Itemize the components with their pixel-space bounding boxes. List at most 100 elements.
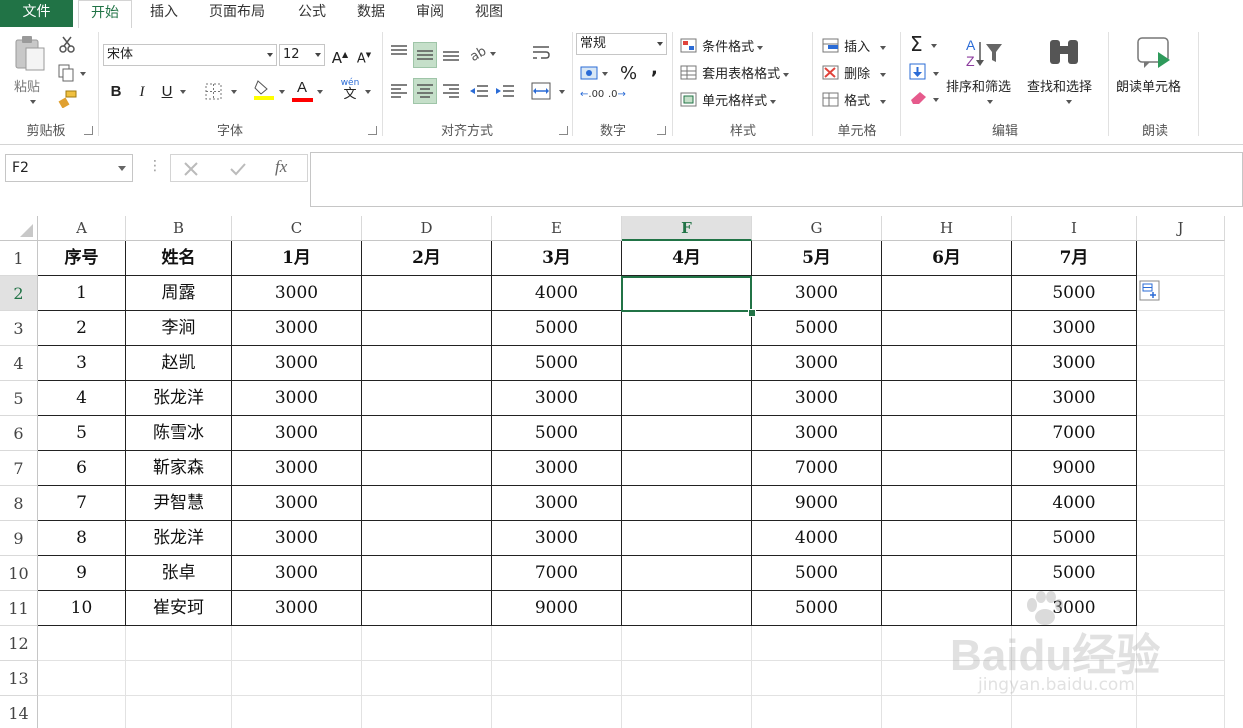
empty-cell[interactable]: [752, 626, 882, 661]
sort-filter-button[interactable]: 排序和筛选: [946, 76, 1011, 95]
empty-cell[interactable]: [882, 696, 1012, 728]
data-cell[interactable]: 3000: [492, 521, 622, 556]
empty-cell[interactable]: [1137, 346, 1225, 381]
cancel-icon[interactable]: [183, 161, 199, 177]
row-header-6[interactable]: 6: [0, 416, 38, 451]
italic-button[interactable]: I: [132, 82, 152, 102]
phonetic-button[interactable]: wén 文: [339, 78, 361, 104]
insert-cells-button[interactable]: 插入: [822, 36, 887, 55]
font-color-button[interactable]: A: [292, 78, 312, 98]
empty-cell[interactable]: [362, 626, 492, 661]
data-cell[interactable]: [882, 416, 1012, 451]
data-cell[interactable]: [622, 591, 752, 626]
data-cell[interactable]: [882, 311, 1012, 346]
autosum-button[interactable]: Σ: [910, 32, 937, 56]
empty-cell[interactable]: [1012, 696, 1137, 728]
data-cell[interactable]: [622, 486, 752, 521]
copy-icon[interactable]: [58, 64, 88, 82]
empty-cell[interactable]: [1137, 591, 1225, 626]
bold-button[interactable]: B: [106, 82, 126, 102]
empty-cell[interactable]: [232, 696, 362, 728]
data-cell[interactable]: 3000: [232, 416, 362, 451]
data-cell[interactable]: 9: [38, 556, 126, 591]
empty-cell[interactable]: [126, 626, 232, 661]
data-cell[interactable]: 4: [38, 381, 126, 416]
conditional-format-button[interactable]: 条件格式: [680, 36, 764, 55]
column-header-J[interactable]: J: [1137, 216, 1225, 241]
find-select-button[interactable]: 查找和选择: [1027, 76, 1092, 95]
fill-color-icon[interactable]: [253, 79, 275, 101]
font-size-select[interactable]: 12: [279, 44, 325, 66]
data-cell[interactable]: 5: [38, 416, 126, 451]
empty-cell[interactable]: [622, 626, 752, 661]
borders-icon[interactable]: [205, 83, 223, 101]
empty-cell[interactable]: [1137, 626, 1225, 661]
data-cell[interactable]: 3000: [232, 451, 362, 486]
column-header-C[interactable]: C: [232, 216, 362, 241]
row-header-9[interactable]: 9: [0, 521, 38, 556]
data-cell[interactable]: 7000: [1012, 416, 1137, 451]
data-cell[interactable]: 7000: [492, 556, 622, 591]
active-cell-selection[interactable]: [621, 276, 752, 312]
data-cell[interactable]: 5000: [752, 591, 882, 626]
row-header-2[interactable]: 2: [0, 276, 38, 311]
data-cell[interactable]: 3: [38, 346, 126, 381]
data-cell[interactable]: 3000: [232, 381, 362, 416]
data-cell[interactable]: [882, 381, 1012, 416]
data-cell[interactable]: 3000: [752, 381, 882, 416]
alignment-launcher-icon[interactable]: [559, 126, 568, 135]
data-cell[interactable]: 10: [38, 591, 126, 626]
insert-function-button[interactable]: fx: [275, 157, 287, 177]
tab-insert[interactable]: 插入: [140, 0, 188, 27]
data-cell[interactable]: 3000: [752, 276, 882, 311]
empty-cell[interactable]: [1137, 521, 1225, 556]
data-cell[interactable]: 7000: [752, 451, 882, 486]
column-header-H[interactable]: H: [882, 216, 1012, 241]
row-header-12[interactable]: 12: [0, 626, 38, 661]
name-cell[interactable]: 张卓: [126, 556, 232, 591]
data-cell[interactable]: 5000: [1012, 276, 1137, 311]
column-header-F[interactable]: F: [622, 216, 752, 241]
paste-button[interactable]: 粘贴: [14, 76, 40, 95]
data-cell[interactable]: 9000: [752, 486, 882, 521]
row-header-8[interactable]: 8: [0, 486, 38, 521]
name-cell[interactable]: 张龙洋: [126, 521, 232, 556]
number-format-select[interactable]: 常规: [576, 33, 667, 55]
empty-cell[interactable]: [362, 661, 492, 696]
data-cell[interactable]: 5000: [752, 311, 882, 346]
find-select-dropdown[interactable]: [1063, 94, 1072, 109]
shrink-font-button[interactable]: A▼: [354, 45, 374, 66]
data-cell[interactable]: 3000: [492, 486, 622, 521]
data-cell[interactable]: 9000: [492, 591, 622, 626]
data-cell[interactable]: 5000: [492, 346, 622, 381]
data-cell[interactable]: 3000: [752, 346, 882, 381]
data-cell[interactable]: 5000: [1012, 521, 1137, 556]
column-header-E[interactable]: E: [492, 216, 622, 241]
empty-cell[interactable]: [1012, 626, 1137, 661]
data-cell[interactable]: [362, 521, 492, 556]
empty-cell[interactable]: [232, 661, 362, 696]
clear-button[interactable]: [909, 90, 939, 107]
data-cell[interactable]: 5000: [492, 416, 622, 451]
data-cell[interactable]: [362, 451, 492, 486]
paste-icon[interactable]: [12, 34, 46, 72]
data-cell[interactable]: [362, 556, 492, 591]
name-cell[interactable]: 崔安珂: [126, 591, 232, 626]
merge-dropdown[interactable]: [556, 84, 565, 99]
data-cell[interactable]: 1: [38, 276, 126, 311]
data-cell[interactable]: 3000: [232, 591, 362, 626]
sort-filter-dropdown[interactable]: [984, 94, 993, 109]
underline-dropdown[interactable]: [177, 84, 186, 99]
row-header-7[interactable]: 7: [0, 451, 38, 486]
underline-button[interactable]: U: [157, 82, 177, 102]
name-cell[interactable]: 陈雪冰: [126, 416, 232, 451]
format-painter-icon[interactable]: [58, 90, 78, 108]
empty-cell[interactable]: [1012, 661, 1137, 696]
empty-cell[interactable]: [38, 626, 126, 661]
tab-page-layout[interactable]: 页面布局: [198, 0, 276, 27]
header-cell[interactable]: 7月: [1012, 241, 1137, 276]
row-header-14[interactable]: 14: [0, 696, 38, 728]
delete-cells-button[interactable]: 删除: [822, 63, 887, 82]
decrease-decimal-button[interactable]: .0→: [608, 90, 632, 100]
empty-cell[interactable]: [1137, 661, 1225, 696]
